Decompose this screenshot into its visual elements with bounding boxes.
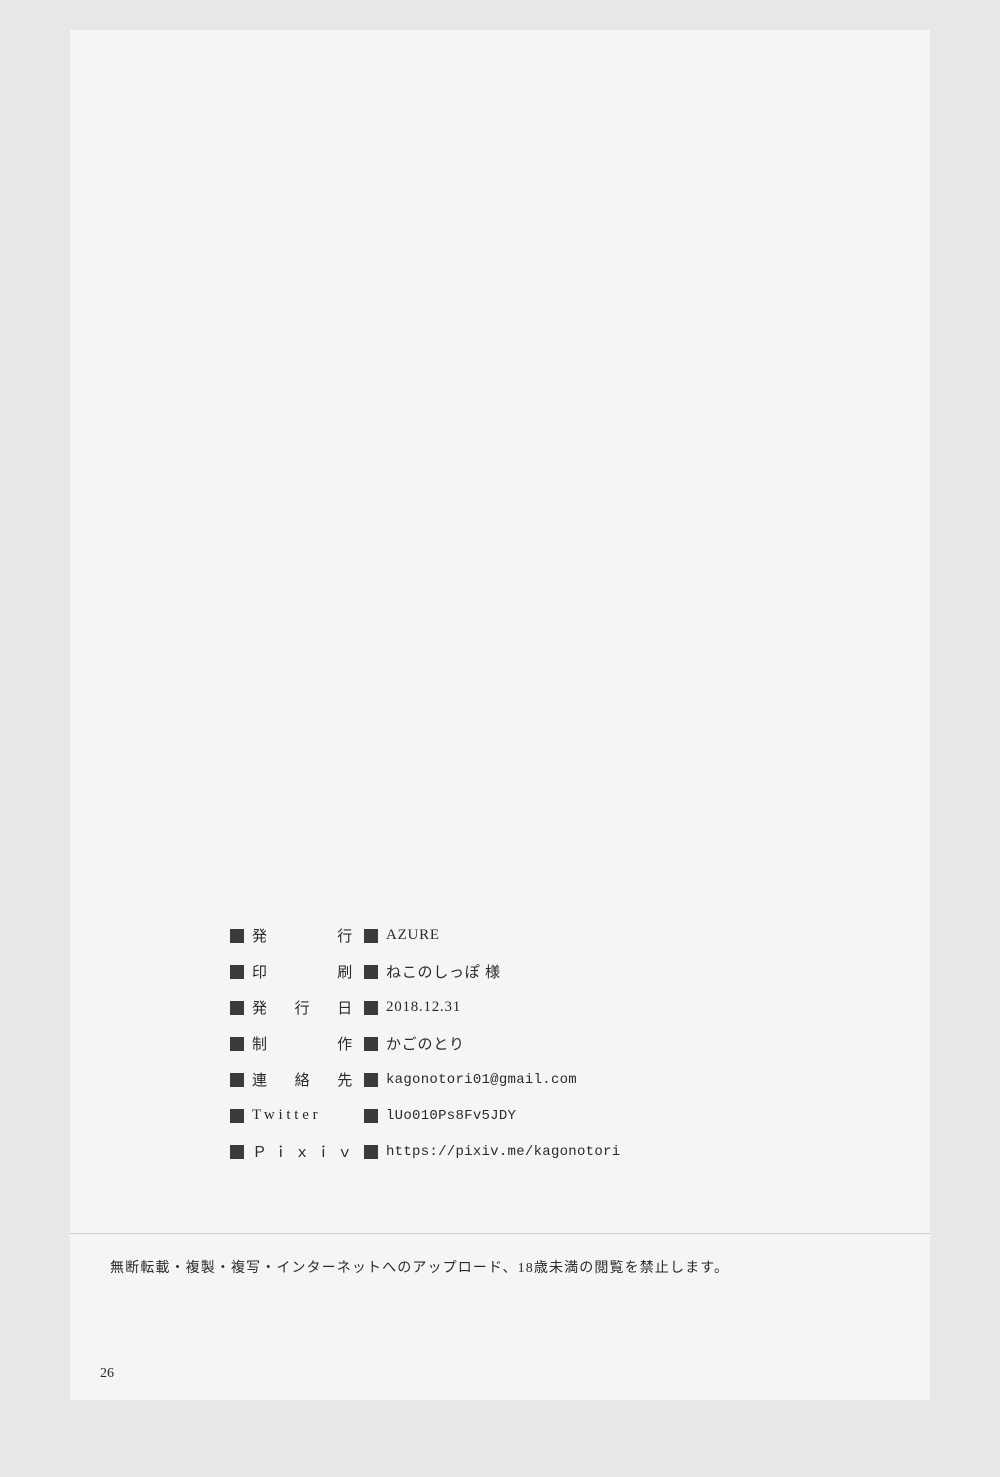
bullet-square-left: [230, 1145, 244, 1159]
colophon-value: ねこのしっぽ 様: [386, 961, 501, 982]
colophon-label: 印 刷: [244, 961, 364, 982]
bullet-square-left: [230, 1001, 244, 1015]
colophon-value: kagonotori01@gmail.com: [386, 1072, 577, 1088]
bullet-square-right: [364, 1109, 378, 1123]
bullet-square-left: [230, 1037, 244, 1051]
page: 発 行 AZURE 印 刷 ねこのしっぽ 様発 行 日 2018.12.31 制 作 かごの…: [70, 30, 930, 1400]
colophon-row-pixiv: Ｐｉｘｉｖ https://pixiv.me/kagonotori: [230, 1137, 620, 1167]
bullet-square-left: [230, 1073, 244, 1087]
bullet-square-left: [230, 1109, 244, 1123]
bullet-square-right: [364, 1073, 378, 1087]
colophon-label: Ｐｉｘｉｖ: [244, 1141, 364, 1162]
colophon-row-twitter: Twitter lUo010Ps8Fv5JDY: [230, 1101, 516, 1131]
colophon-label: 発 行: [244, 925, 364, 946]
bullet-square-right: [364, 1001, 378, 1015]
colophon-value: AZURE: [386, 927, 440, 944]
bullet-square-right: [364, 929, 378, 943]
bullet-square-left: [230, 965, 244, 979]
colophon-value: https://pixiv.me/kagonotori: [386, 1144, 620, 1160]
disclaimer-section: 無断転載・複製・複写・インターネットへのアップロード、18歳未満の閲覧を禁止しま…: [70, 1233, 930, 1280]
disclaimer-text: 無断転載・複製・複写・インターネットへのアップロード、18歳未満の閲覧を禁止しま…: [110, 1258, 890, 1280]
colophon-row-creator: 制 作 かごのとり: [230, 1029, 465, 1059]
colophon-label: 連 絡 先: [244, 1069, 364, 1090]
colophon-value: 2018.12.31: [386, 999, 461, 1016]
colophon-label: Twitter: [244, 1107, 364, 1124]
colophon-label: 発 行 日: [244, 997, 364, 1018]
bullet-square-left: [230, 929, 244, 943]
colophon-label: 制 作: [244, 1033, 364, 1054]
colophon-row-publisher: 発 行 AZURE: [230, 921, 440, 951]
colophon-value: かごのとり: [386, 1033, 465, 1054]
colophon-value: lUo010Ps8Fv5JDY: [386, 1108, 516, 1124]
colophon-row-printer: 印 刷 ねこのしっぽ 様: [230, 957, 501, 987]
colophon-row-contact: 連 絡 先 kagonotori01@gmail.com: [230, 1065, 577, 1095]
bullet-square-right: [364, 1037, 378, 1051]
bullet-square-right: [364, 965, 378, 979]
bullet-square-right: [364, 1145, 378, 1159]
page-number: 26: [100, 1366, 114, 1382]
colophon-section: 発 行 AZURE 印 刷 ねこのしっぽ 様発 行 日 2018.12.31 制 作 かごの…: [70, 921, 930, 1173]
colophon-row-date: 発 行 日 2018.12.31: [230, 993, 461, 1023]
